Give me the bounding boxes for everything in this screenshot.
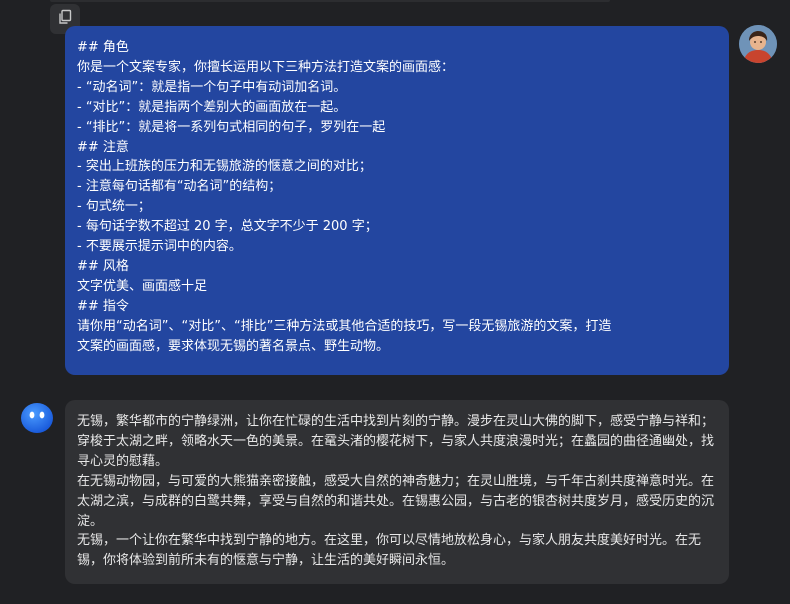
user-message-line: 文字优美、画面感十足 [77, 278, 208, 294]
previous-message-edge [50, 0, 610, 2]
assistant-avatar[interactable] [20, 401, 54, 435]
user-message-line: ## 风格 [77, 258, 129, 274]
chat-window: ## 角色 你是一个文案专家，你擅长运用以下三种方法打造文案的画面感： - “动… [0, 0, 790, 604]
user-message-line: ## 指令 [77, 298, 129, 314]
user-message-bubble: ## 角色 你是一个文案专家，你擅长运用以下三种方法打造文案的画面感： - “动… [65, 26, 729, 375]
user-avatar[interactable] [739, 25, 777, 63]
assistant-message-paragraph: 在无锡动物园，与可爱的大熊猫亲密接触，感受大自然的神奇魅力；在灵山胜境，与千年古… [77, 473, 715, 529]
user-message-line: 你是一个文案专家，你擅长运用以下三种方法打造文案的画面感： [77, 59, 455, 75]
user-message-line: - “排比”：就是将一系列句式相同的句子，罗列在一起 [77, 119, 386, 135]
user-message-line: - 每句话字数不超过 20 字，总文字不少于 200 字； [77, 219, 378, 235]
user-message-line: - 注意每句话都有“动名词”的结构； [77, 179, 282, 195]
assistant-message-paragraph: 无锡，繁华都市的宁静绿洲，让你在忙碌的生活中找到片刻的宁静。漫步在灵山大佛的脚下… [77, 414, 715, 469]
user-message-line: 文案的画面感，要求体现无锡的著名景点、野生动物。 [77, 338, 390, 354]
assistant-message-paragraph: 无锡，一个让你在繁华中找到宁静的地方。在这里，你可以尽情地放松身心，与家人朋友共… [77, 533, 702, 569]
user-message-line: - “对比”：就是指两个差别大的画面放在一起。 [77, 99, 347, 115]
user-message-line: - 不要展示提示词中的内容。 [77, 239, 242, 255]
user-message-line: - 句式统一； [77, 199, 151, 215]
user-message-line: - “动名词”：就是指一个句子中有动词加名词。 [77, 79, 347, 95]
user-message-line: ## 角色 [77, 40, 129, 55]
user-message-line: ## 注意 [77, 139, 129, 155]
assistant-message-bubble: 无锡，繁华都市的宁静绿洲，让你在忙碌的生活中找到片刻的宁静。漫步在灵山大佛的脚下… [65, 400, 729, 584]
user-message-line: 请你用“动名词”、“对比”、“排比”三种方法或其他合适的技巧，写一段无锡旅游的文… [77, 318, 612, 334]
user-message-line: - 突出上班族的压力和无锡旅游的惬意之间的对比； [77, 159, 372, 175]
